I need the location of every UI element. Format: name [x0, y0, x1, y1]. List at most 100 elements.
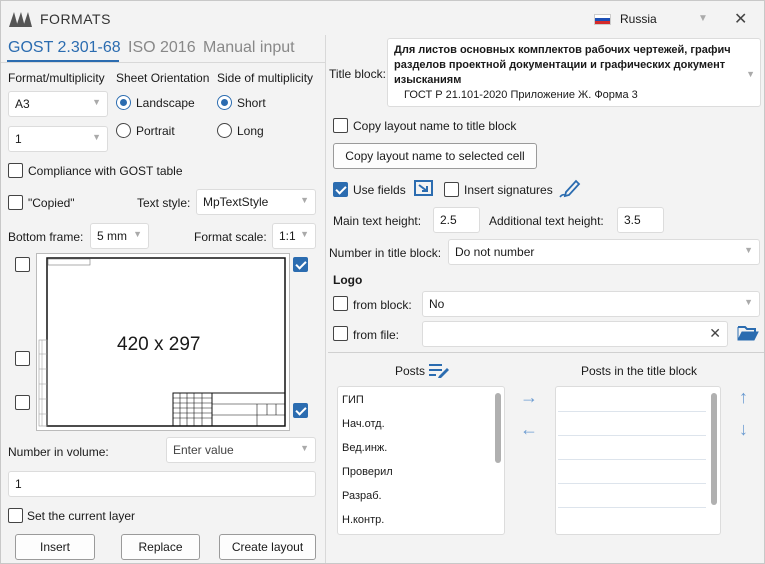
copy-to-cell-button[interactable]: Copy layout name to selected cell	[333, 143, 537, 169]
replace-button[interactable]: Replace	[121, 534, 200, 560]
mid-left-frame-checkbox[interactable]	[15, 351, 30, 366]
folder-open-icon[interactable]	[737, 324, 759, 342]
format-scale-label: Format scale:	[194, 230, 267, 244]
number-in-title-block-select[interactable]: Do not number ▼	[448, 239, 760, 265]
title-bar: FORMATS Russia ▼ ✕	[1, 1, 764, 35]
insert-signatures-checkbox[interactable]	[444, 182, 459, 197]
tab-iso[interactable]: ISO 2016	[128, 39, 196, 57]
bottom-left-frame-checkbox[interactable]	[15, 395, 30, 410]
arrow-right-icon[interactable]: →	[520, 387, 538, 408]
set-layer-label: Set the current layer	[27, 509, 136, 523]
list-item[interactable]: ГИП	[342, 394, 364, 406]
insert-button[interactable]: Insert	[15, 534, 95, 560]
tab-manual-input[interactable]: Manual input	[203, 39, 295, 57]
additional-text-height-value: 3.5	[624, 213, 641, 227]
chevron-down-icon: ▼	[92, 132, 101, 142]
number-in-volume-select[interactable]: Enter value ▼	[166, 437, 316, 463]
top-right-frame-checkbox[interactable]	[293, 257, 308, 272]
create-layout-button[interactable]: Create layout	[219, 534, 316, 560]
landscape-radio[interactable]	[116, 95, 131, 110]
chevron-down-icon[interactable]: ▼	[698, 13, 708, 24]
set-layer-checkbox[interactable]	[8, 508, 23, 523]
from-file-checkbox[interactable]	[333, 326, 348, 341]
language-select[interactable]: Russia	[620, 12, 657, 26]
arrow-up-icon[interactable]: ↑	[739, 387, 748, 408]
use-fields-checkbox[interactable]	[333, 182, 348, 197]
tab-gost[interactable]: GOST 2.301-68	[8, 39, 121, 57]
posts-in-title-block-label: Posts in the title block	[581, 364, 698, 378]
sheet-size-label: 420 x 297	[117, 334, 201, 355]
close-icon[interactable]: ✕	[734, 9, 747, 29]
fields-edit-icon[interactable]	[413, 178, 435, 198]
posts-list[interactable]: ГИП Нач.отд. Вед.инж. Проверил Разраб. Н…	[337, 386, 505, 535]
short-label: Short	[237, 96, 266, 110]
title-posts-scrollbar[interactable]	[711, 393, 717, 505]
format-scale-select[interactable]: 1:1 ▼	[272, 223, 316, 249]
signature-pen-icon[interactable]	[558, 177, 582, 199]
format-label: Format/multiplicity	[8, 71, 105, 85]
from-block-label: from block:	[353, 298, 412, 312]
number-in-title-block-label: Number in title block:	[329, 246, 442, 260]
from-block-checkbox[interactable]	[333, 296, 348, 311]
chevron-down-icon: ▼	[744, 245, 753, 255]
main-text-height-value: 2.5	[440, 213, 457, 227]
clear-icon[interactable]: ✕	[709, 325, 721, 342]
portrait-label: Portrait	[136, 124, 175, 138]
bottom-frame-value: 5 mm	[97, 229, 127, 243]
long-radio[interactable]	[217, 123, 232, 138]
arrow-down-icon[interactable]: ↓	[739, 419, 748, 440]
list-item[interactable]: Вед.инж.	[342, 442, 387, 454]
title-block-line3: изысканиям	[394, 74, 462, 86]
list-item[interactable]: Разраб.	[342, 490, 382, 502]
text-style-value: MpTextStyle	[203, 195, 269, 209]
sheet-preview: 420 x 297	[36, 253, 290, 431]
posts-in-title-block-list[interactable]	[555, 386, 721, 535]
compliance-label: Compliance with GOST table	[28, 164, 183, 178]
app-logo-icon	[9, 12, 32, 27]
chevron-down-icon: ▼	[300, 229, 309, 239]
number-input[interactable]: 1	[8, 471, 316, 497]
number-in-volume-label: Number in volume:	[8, 445, 109, 459]
panel-divider	[325, 35, 326, 563]
format-select[interactable]: A3 ▼	[8, 91, 108, 117]
additional-text-height-input[interactable]: 3.5	[617, 207, 664, 233]
text-style-label: Text style:	[137, 196, 191, 210]
list-item[interactable]: Н.контр.	[342, 514, 384, 526]
portrait-radio[interactable]	[116, 123, 131, 138]
use-fields-label: Use fields	[353, 183, 406, 197]
list-item[interactable]: Нач.отд.	[342, 418, 385, 430]
landscape-label: Landscape	[136, 96, 195, 110]
text-style-select[interactable]: MpTextStyle ▼	[196, 189, 316, 215]
from-block-value: No	[429, 297, 445, 311]
side-label: Side of multiplicity	[217, 71, 314, 85]
multiplicity-select[interactable]: 1 ▼	[8, 126, 108, 152]
title-block-label: Title block:	[329, 67, 386, 81]
section-divider	[328, 352, 764, 353]
bottom-frame-select[interactable]: 5 mm ▼	[90, 223, 149, 249]
app-title: FORMATS	[40, 11, 111, 27]
short-radio[interactable]	[217, 95, 232, 110]
edit-list-icon[interactable]	[428, 362, 450, 378]
posts-label: Posts	[395, 364, 426, 378]
bottom-right-frame-checkbox[interactable]	[293, 403, 308, 418]
insert-signatures-label: Insert signatures	[464, 183, 553, 197]
main-text-height-input[interactable]: 2.5	[433, 207, 480, 233]
multiplicity-value: 1	[15, 132, 22, 146]
copy-layout-label: Copy layout name to title block	[353, 119, 517, 133]
from-block-select[interactable]: No ▼	[422, 291, 760, 317]
chevron-down-icon: ▼	[300, 443, 309, 453]
copied-checkbox[interactable]	[8, 195, 23, 210]
posts-scrollbar[interactable]	[495, 393, 501, 463]
from-file-input[interactable]: ✕	[422, 321, 728, 347]
bottom-frame-label: Bottom frame:	[8, 230, 84, 244]
top-left-frame-checkbox[interactable]	[15, 257, 30, 272]
list-item[interactable]: Проверил	[342, 466, 393, 478]
chevron-down-icon: ▼	[133, 229, 142, 239]
arrow-left-icon[interactable]: ←	[520, 419, 538, 440]
format-scale-value: 1:1	[279, 229, 296, 243]
russia-flag-icon	[594, 14, 611, 25]
title-block-select[interactable]: Для листов основных комплектов рабочих ч…	[387, 38, 761, 107]
chevron-down-icon: ▼	[744, 67, 755, 82]
compliance-checkbox[interactable]	[8, 163, 23, 178]
copy-layout-checkbox[interactable]	[333, 118, 348, 133]
